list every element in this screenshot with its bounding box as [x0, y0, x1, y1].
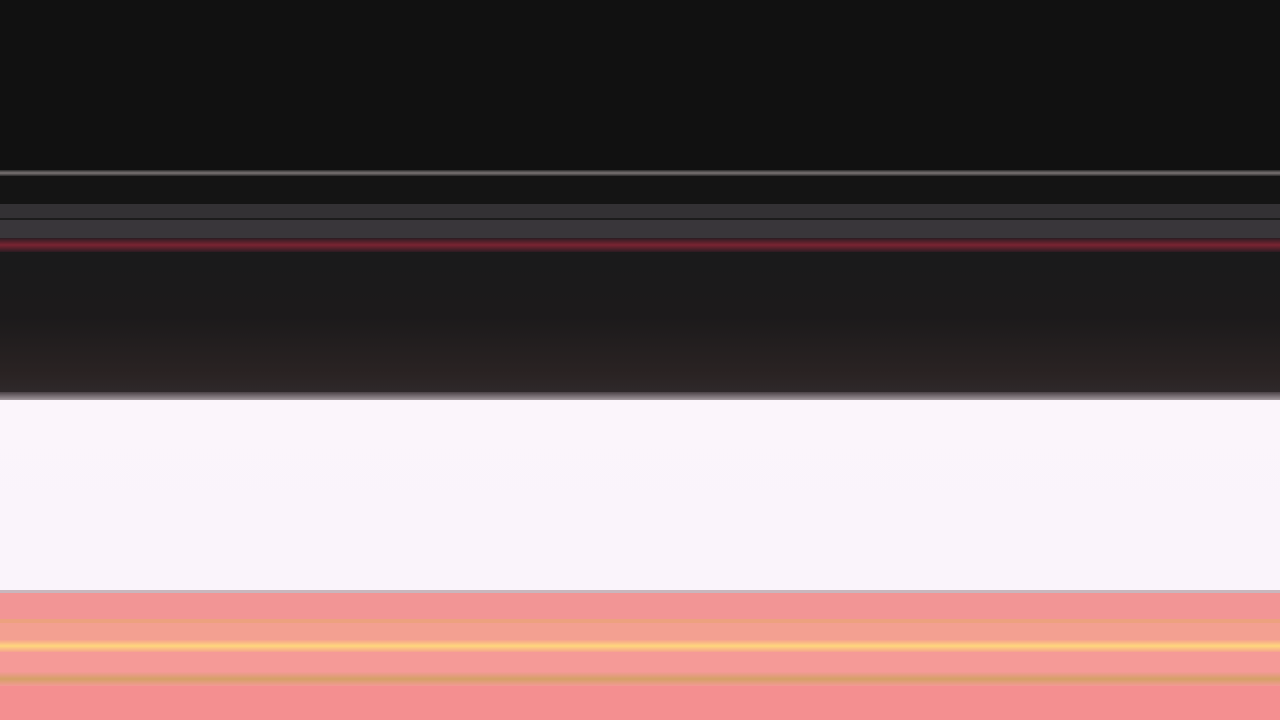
- mid-dark-gradient-band: [0, 252, 1280, 396]
- pink-band-3: [0, 652, 1280, 672]
- grey-stripe-lower: [0, 220, 1280, 238]
- gold-accent-line: [0, 640, 1280, 652]
- pink-band-4: [0, 686, 1280, 720]
- pink-band-1: [0, 593, 1280, 619]
- grey-stripe-upper: [0, 204, 1280, 218]
- pink-band-2: [0, 623, 1280, 640]
- dark-gap-band: [0, 176, 1280, 204]
- light-panel: [0, 400, 1280, 590]
- mid-edge-highlight: [0, 392, 1280, 400]
- top-dark-band: [0, 0, 1280, 170]
- tan-accent-line: [0, 672, 1280, 686]
- abstract-stripes-canvas: [0, 0, 1280, 720]
- red-accent-line: [0, 238, 1280, 252]
